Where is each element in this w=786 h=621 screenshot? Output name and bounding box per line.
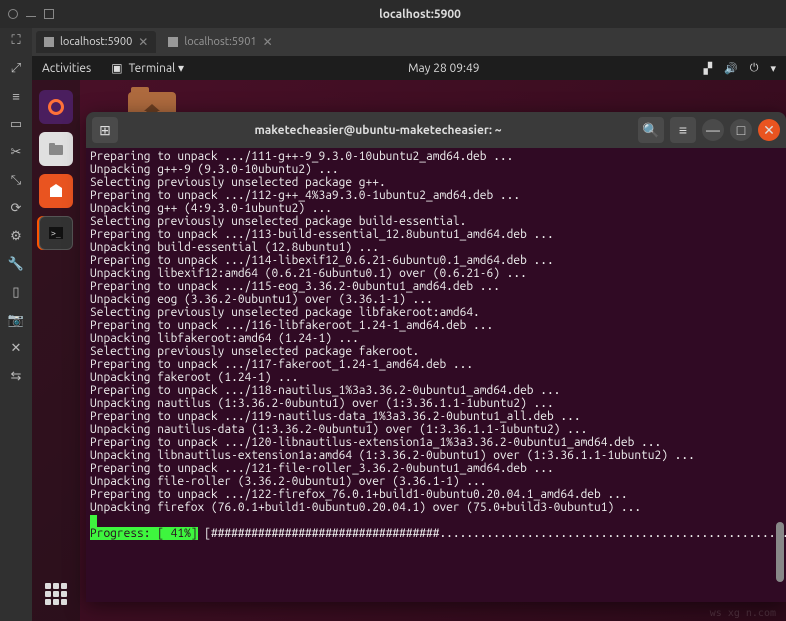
terminal-line: Unpacking nautilus-data (1:3.36.2-0ubunt… (90, 423, 782, 436)
left-toolbar: ⛶ ⤢ ≡ ▭ ✂ ⤡ ⟳ ⚙ 🔧 ▯ 📷 ✕ ⇆ (0, 28, 32, 621)
record-icon[interactable] (8, 9, 18, 19)
system-tray[interactable]: ▞ 🔊 ⏻ ▾ (704, 62, 776, 75)
terminal-line: Unpacking libexif12:amd64 (0.6.21-6ubunt… (90, 267, 782, 280)
terminal-line: Selecting previously unselected package … (90, 215, 782, 228)
watermark: ws xg n.com (710, 608, 776, 619)
progress-line: Progress: [ 41%] [######################… (90, 527, 782, 540)
terminal-output[interactable]: Preparing to unpack .../111-g++-9_9.3.0-… (86, 148, 786, 602)
app-menu[interactable]: ▣ Terminal ▾ (111, 61, 184, 75)
volume-icon[interactable]: 🔊 (724, 62, 738, 75)
terminal-line: Preparing to unpack .../116-libfakeroot_… (90, 319, 782, 332)
camera-icon[interactable]: 📷 (8, 312, 24, 328)
terminal-line: Unpacking g++-9 (9.3.0-10ubuntu2) ... (90, 163, 782, 176)
vnc-titlebar: localhost:5900 (0, 0, 786, 28)
terminal-line: Preparing to unpack .../122-firefox_76.0… (90, 488, 782, 501)
terminal-line: Unpacking g++ (4:9.3.0-1ubuntu2) ... (90, 202, 782, 215)
terminal-line: Unpacking firefox (76.0.1+build1-0ubuntu… (90, 501, 782, 514)
tab-localhost-5901[interactable]: localhost:5901 ✕ (160, 31, 280, 53)
terminal-line: Unpacking eog (3.36.2-0ubuntu1) over (3.… (90, 293, 782, 306)
terminal-line: Preparing to unpack .../112-g++_4%3a9.3.… (90, 189, 782, 202)
fullscreen-icon[interactable]: ⤢ (8, 60, 24, 76)
tab-close-icon[interactable]: ✕ (138, 35, 148, 49)
resize-icon[interactable]: ⤡ (8, 172, 24, 188)
clock[interactable]: May 28 09:49 (184, 62, 704, 75)
tab-label: localhost:5900 (60, 36, 132, 48)
gnome-top-bar: Activities ▣ Terminal ▾ May 28 09:49 ▞ 🔊… (32, 56, 786, 80)
network-icon[interactable]: ▞ (704, 62, 712, 75)
terminal-header: ⊞ maketecheasier@ubuntu-maketecheasier: … (86, 112, 786, 148)
terminal-line: Preparing to unpack .../121-file-roller_… (90, 462, 782, 475)
terminal-line: Preparing to unpack .../118-nautilus_1%3… (90, 384, 782, 397)
minimize-button[interactable]: — (702, 119, 724, 141)
tab-label: localhost:5901 (184, 36, 256, 48)
gnome-dock: >_ (32, 80, 80, 621)
terminal-line: Unpacking nautilus (1:3.36.2-0ubuntu1) o… (90, 397, 782, 410)
clipboard-icon[interactable]: ▯ (8, 284, 24, 300)
dock-software[interactable] (39, 174, 73, 208)
terminal-line: Unpacking libfakeroot:amd64 (1.24-1) ... (90, 332, 782, 345)
terminal-line: Unpacking file-roller (3.36.2-0ubuntu1) … (90, 475, 782, 488)
search-button[interactable]: 🔍 (638, 117, 664, 143)
dock-firefox[interactable] (39, 90, 73, 124)
terminal-line: Selecting previously unselected package … (90, 345, 782, 358)
terminal-window: ⊞ maketecheasier@ubuntu-maketecheasier: … (86, 112, 786, 602)
pin-icon[interactable]: ⇆ (8, 368, 24, 384)
maximize-button[interactable]: □ (730, 119, 752, 141)
focus-icon[interactable]: ⛶ (8, 32, 24, 48)
refresh-icon[interactable]: ⟳ (8, 200, 24, 216)
cursor (90, 515, 97, 527)
crop-icon[interactable]: ✂ (8, 144, 24, 160)
dock-files[interactable] (39, 132, 73, 166)
close-icon[interactable]: ✕ (8, 340, 24, 356)
window-title: localhost:5900 (62, 8, 778, 21)
terminal-line: Selecting previously unselected package … (90, 306, 782, 319)
vnc-icon (168, 37, 178, 47)
activities-button[interactable]: Activities (42, 62, 91, 75)
terminal-icon: ▣ (111, 61, 122, 75)
wrench-icon[interactable]: 🔧 (8, 256, 24, 272)
terminal-line: Preparing to unpack .../111-g++-9_9.3.0-… (90, 150, 782, 163)
terminal-line: Preparing to unpack .../114-libexif12_0.… (90, 254, 782, 267)
chevron-down-icon[interactable]: ▾ (770, 62, 776, 75)
vnc-icon (44, 37, 54, 47)
gear-icon[interactable]: ⚙ (8, 228, 24, 244)
terminal-title: maketecheasier@ubuntu-maketecheasier: ~ (124, 124, 632, 137)
tab-localhost-5900[interactable]: localhost:5900 ✕ (36, 31, 156, 53)
maximize-icon[interactable] (44, 9, 54, 19)
dock-terminal[interactable]: >_ (39, 216, 73, 250)
terminal-line: Selecting previously unselected package … (90, 176, 782, 189)
new-tab-button[interactable]: ⊞ (92, 117, 118, 143)
close-button[interactable]: ✕ (758, 119, 780, 141)
terminal-line: Preparing to unpack .../113-build-essent… (90, 228, 782, 241)
tab-close-icon[interactable]: ✕ (263, 35, 273, 49)
display-icon[interactable]: ▭ (8, 116, 24, 132)
terminal-line: Preparing to unpack .../117-fakeroot_1.2… (90, 358, 782, 371)
terminal-line: Unpacking fakeroot (1.24-1) ... (90, 371, 782, 384)
terminal-line: Unpacking libnautilus-extension1a:amd64 … (90, 449, 782, 462)
hamburger-button[interactable]: ≡ (670, 117, 696, 143)
tab-strip: localhost:5900 ✕ localhost:5901 ✕ (32, 28, 786, 56)
terminal-line: Preparing to unpack .../115-eog_3.36.2-0… (90, 280, 782, 293)
terminal-line: Unpacking build-essential (12.8ubuntu1) … (90, 241, 782, 254)
dock-show-apps[interactable] (39, 577, 73, 611)
svg-text:>_: >_ (51, 229, 61, 238)
minimize-icon[interactable] (26, 16, 36, 19)
terminal-line: Preparing to unpack .../120-libnautilus-… (90, 436, 782, 449)
menu-icon[interactable]: ≡ (8, 88, 24, 104)
terminal-line: Preparing to unpack .../119-nautilus-dat… (90, 410, 782, 423)
terminal-scrollbar[interactable] (776, 154, 784, 582)
power-icon[interactable]: ⏻ (750, 62, 759, 75)
ubuntu-desktop: Activities ▣ Terminal ▾ May 28 09:49 ▞ 🔊… (32, 56, 786, 621)
